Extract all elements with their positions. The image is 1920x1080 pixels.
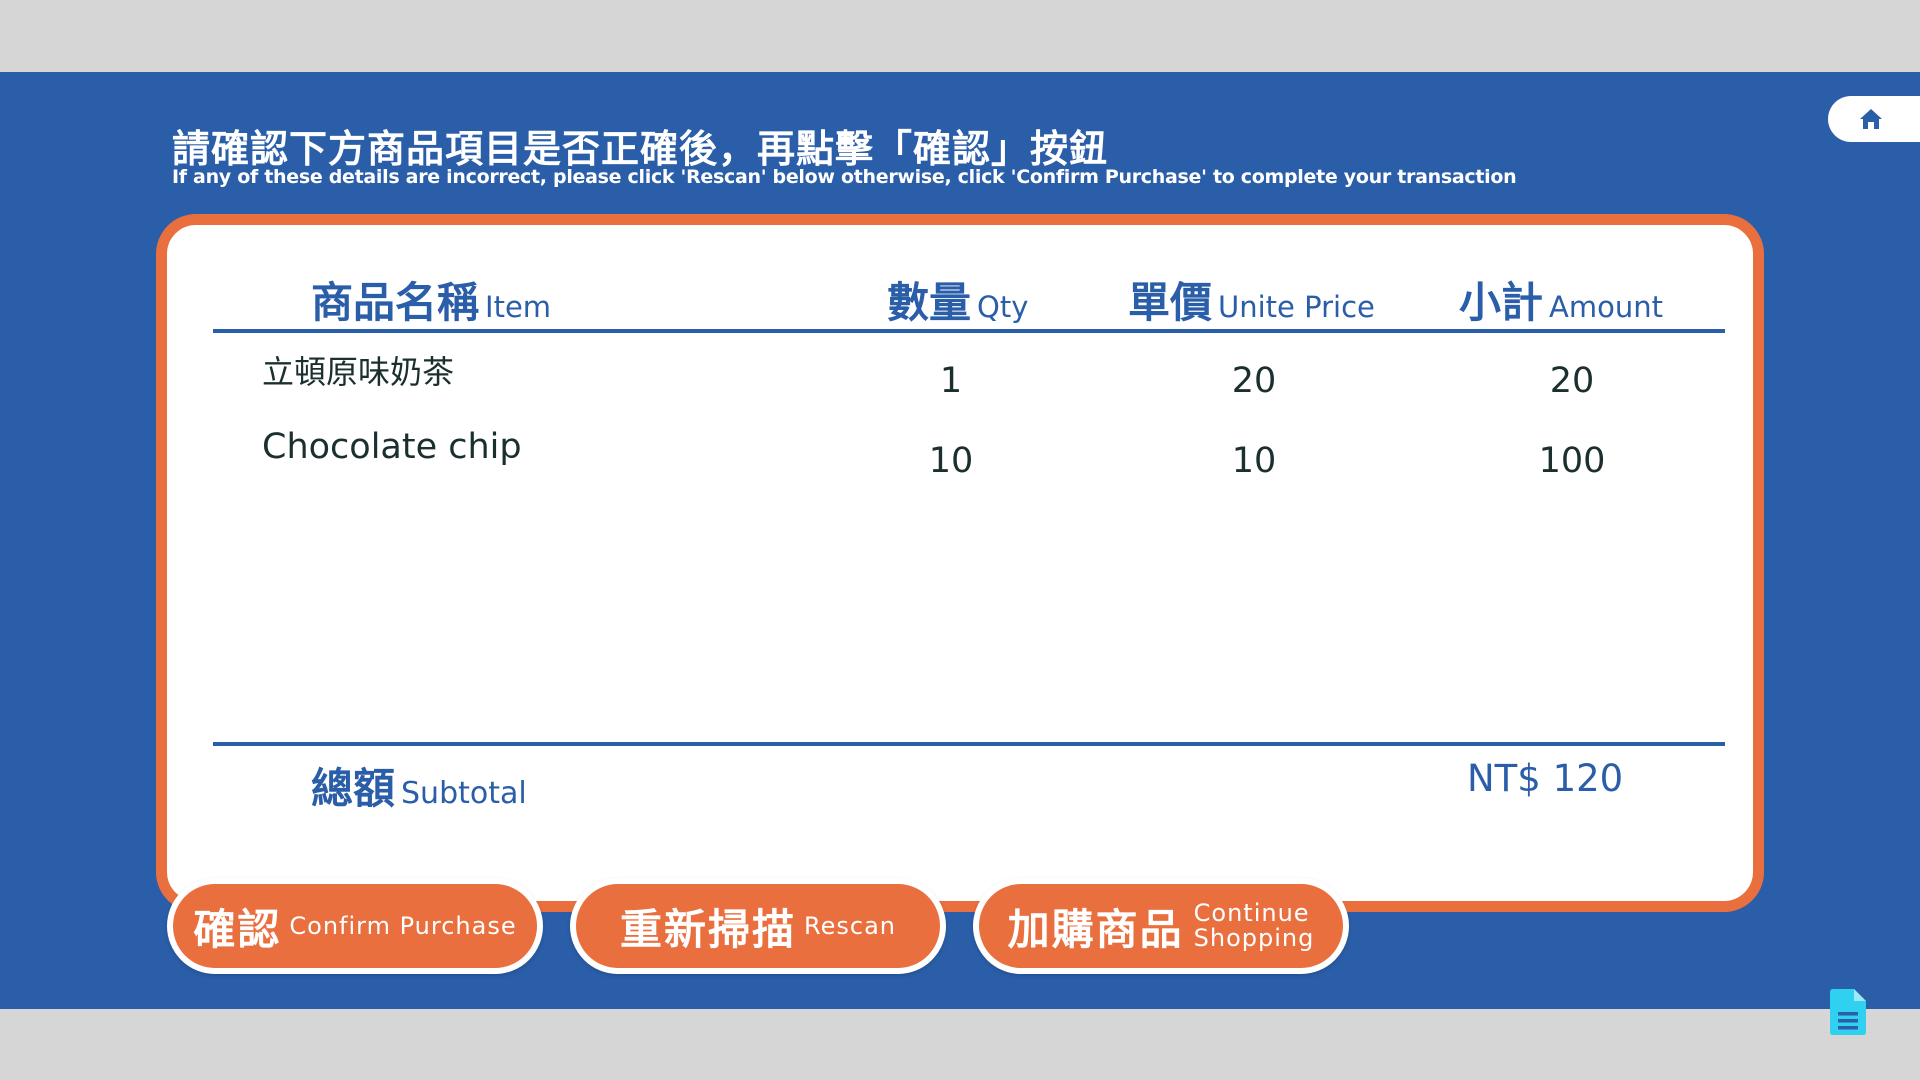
item-name: 立頓原味奶茶 [262, 353, 455, 391]
continue-shopping-button[interactable]: 加購商品 Continue Shopping [973, 878, 1349, 974]
column-header-qty: 數量 Qty [887, 278, 1029, 327]
item-amount: 20 [1549, 361, 1595, 401]
subtotal-divider [213, 742, 1725, 746]
table-row: Chocolate chip 10 10 100 [167, 417, 1753, 481]
column-header-item: 商品名稱 Item [311, 278, 552, 327]
document-icon[interactable] [1828, 988, 1868, 1040]
column-header-unit-price: 單價 Unite Price [1128, 278, 1375, 327]
column-header-amount: 小計 Amount [1459, 278, 1663, 327]
item-qty: 1 [939, 361, 963, 401]
confirm-purchase-button[interactable]: 確認 Confirm Purchase [167, 878, 543, 974]
page-title: 請確認下方商品項目是否正確後，再點擊「確認」按鈕 [172, 127, 1109, 171]
rescan-button[interactable]: 重新掃描 Rescan [570, 878, 946, 974]
item-unit-price: 20 [1231, 361, 1277, 401]
header-divider [213, 329, 1725, 333]
item-unit-price: 10 [1231, 441, 1277, 481]
order-summary-panel: 商品名稱 Item 數量 Qty 單價 Unite Price 小計 Amount 立頓… [156, 214, 1764, 912]
table-row: 立頓原味奶茶 1 20 20 [167, 337, 1753, 401]
item-qty: 10 [928, 441, 974, 481]
item-name: Chocolate chip [262, 427, 522, 467]
subtotal-label: 總額 Subtotal [311, 764, 527, 813]
page-subtitle: If any of these details are incorrect, p… [172, 166, 1517, 188]
subtotal-value: NT$ 120 [1467, 757, 1624, 800]
item-amount: 100 [1538, 441, 1606, 481]
kiosk-screen: 請確認下方商品項目是否正確後，再點擊「確認」按鈕 If any of these… [0, 72, 1920, 1035]
home-icon [1860, 109, 1882, 129]
home-button[interactable] [1828, 96, 1920, 142]
